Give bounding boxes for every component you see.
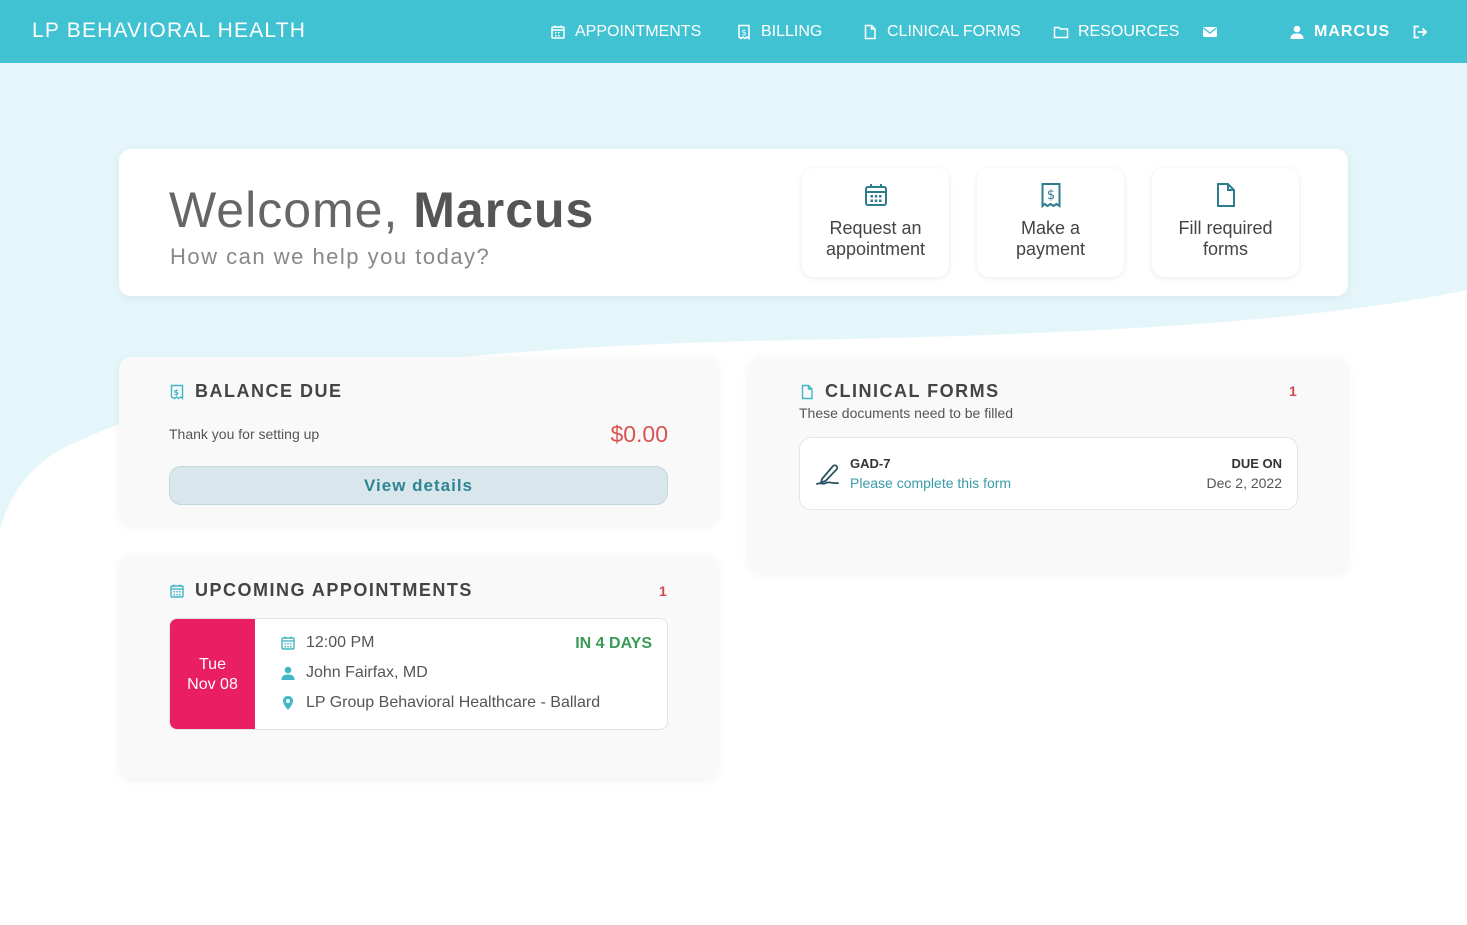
request-appointment-label: Request an appointment	[825, 218, 926, 259]
user-icon	[1290, 25, 1304, 39]
logout-button[interactable]	[1412, 21, 1428, 43]
balance-due-title: BALANCE DUE	[195, 381, 343, 401]
nav-billing-label: BILLING	[761, 23, 823, 40]
document-icon	[801, 384, 813, 399]
form-due-label: DUE ON	[1231, 456, 1282, 471]
appointments-count-badge: 1	[659, 583, 667, 599]
appointment-relative-time: IN 4 DAYS	[575, 635, 652, 652]
signature-pen-icon	[816, 464, 839, 485]
brand-title[interactable]: LP BEHAVIORAL HEALTH	[32, 19, 306, 43]
receipt-dollar-icon: $	[170, 384, 184, 400]
clinical-forms-title: CLINICAL FORMS	[825, 381, 1000, 401]
map-pin-icon	[283, 696, 293, 710]
fill-forms-label: Fill required forms	[1178, 218, 1273, 259]
form-due-date: Dec 2, 2022	[1206, 475, 1283, 491]
clinical-forms-subtitle: These documents need to be filled	[799, 405, 1014, 421]
logout-icon	[1413, 25, 1428, 39]
user-icon	[281, 666, 295, 680]
appointment-date-badge: Tue Nov 08	[170, 619, 255, 729]
upcoming-appointments-panel: UPCOMING APPOINTMENTS 1 Tue Nov 08 12:00…	[119, 556, 718, 778]
nav-user-name: MARCUS	[1314, 23, 1391, 40]
document-icon	[864, 24, 876, 40]
balance-due-heading: $ BALANCE DUE	[169, 381, 343, 402]
clinical-forms-count-badge: 1	[1289, 383, 1297, 399]
svg-text:$: $	[741, 28, 746, 37]
appointment-day: Tue	[199, 656, 226, 673]
nav-messages[interactable]	[1202, 21, 1218, 43]
form-name: GAD-7	[850, 456, 891, 471]
welcome-card: Welcome, Marcus How can we help you toda…	[119, 149, 1348, 296]
balance-message: Thank you for setting up	[169, 426, 320, 442]
balance-due-panel: $ BALANCE DUE Thank you for setting up $…	[119, 357, 718, 524]
appointment-date: Nov 08	[187, 676, 238, 693]
fill-forms-button[interactable]: Fill required forms	[1152, 168, 1299, 277]
svg-text:$: $	[173, 388, 180, 397]
calendar-icon	[865, 184, 887, 206]
welcome-greeting: Welcome,	[169, 182, 399, 238]
nav-appointments[interactable]: APPOINTMENTS	[550, 21, 701, 43]
nav-clinical-forms[interactable]: CLINICAL FORMS	[862, 21, 1021, 43]
nav-resources[interactable]: RESOURCES	[1053, 21, 1179, 43]
nav-clinical-forms-label: CLINICAL FORMS	[887, 23, 1021, 40]
make-payment-button[interactable]: $ Make a payment	[977, 168, 1124, 277]
welcome-user-name: Marcus	[413, 182, 595, 238]
upcoming-appointments-heading: UPCOMING APPOINTMENTS	[169, 580, 473, 601]
welcome-heading: Welcome, Marcus	[169, 181, 594, 239]
view-details-button[interactable]: View details	[169, 466, 668, 505]
make-payment-label: Make a payment	[1015, 218, 1086, 259]
calendar-icon	[281, 636, 295, 650]
form-item-gad7[interactable]: GAD-7 Please complete this form DUE ON D…	[799, 437, 1298, 510]
appointment-location-row: LP Group Behavioral Healthcare - Ballard	[280, 694, 600, 712]
nav-appointments-label: APPOINTMENTS	[575, 23, 702, 40]
appointment-location: LP Group Behavioral Healthcare - Ballard	[306, 694, 601, 711]
appointment-provider: John Fairfax, MD	[306, 664, 428, 681]
clinical-forms-heading: CLINICAL FORMS	[799, 381, 1000, 402]
form-action-link[interactable]: Please complete this form	[850, 475, 1011, 491]
welcome-subtitle: How can we help you today?	[170, 244, 491, 269]
calendar-icon	[551, 25, 565, 39]
calendar-icon	[170, 584, 184, 598]
nav-billing[interactable]: $ BILLING	[736, 21, 822, 43]
appointment-card[interactable]: Tue Nov 08 12:00 PM IN 4 DAYS John Fairf…	[169, 618, 668, 730]
folder-icon	[1053, 26, 1069, 39]
balance-amount: $0.00	[610, 421, 668, 447]
appointment-time: 12:00 PM	[306, 634, 375, 651]
appointment-time-row: 12:00 PM	[280, 634, 374, 652]
document-icon	[1217, 183, 1235, 207]
clinical-forms-panel: CLINICAL FORMS 1 These documents need to…	[749, 357, 1348, 572]
receipt-dollar-icon: $	[738, 24, 750, 40]
receipt-dollar-icon: $	[1041, 183, 1061, 208]
request-appointment-button[interactable]: Request an appointment	[802, 168, 949, 277]
appointment-provider-row: John Fairfax, MD	[280, 664, 428, 682]
svg-text:$: $	[1047, 188, 1055, 203]
nav-user-profile[interactable]: MARCUS	[1289, 21, 1390, 43]
envelope-icon	[1203, 27, 1217, 37]
nav-resources-label: RESOURCES	[1078, 23, 1180, 40]
upcoming-appointments-title: UPCOMING APPOINTMENTS	[195, 580, 473, 600]
top-navbar: LP BEHAVIORAL HEALTH APPOINTMENTS $ BILL…	[0, 0, 1467, 63]
